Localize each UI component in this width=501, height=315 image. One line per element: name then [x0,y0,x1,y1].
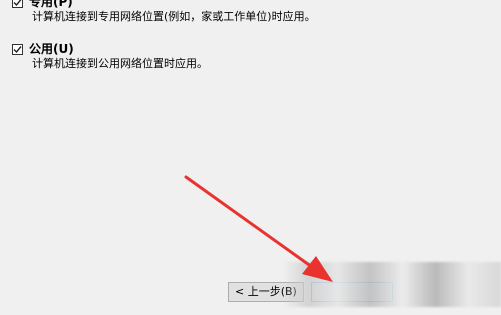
private-label: 专用(P) [29,0,73,9]
check-icon [13,0,22,6]
public-label: 公用(U) [29,42,74,56]
blurred-region [283,262,501,307]
private-description: 计算机连接到专用网络位置(例如，家或工作单位)时应用。 [32,10,316,23]
public-description: 计算机连接到公用网络位置时应用。 [32,57,208,70]
check-icon [13,45,22,53]
option-public: 公用(U) 计算机连接到公用网络位置时应用。 [12,42,208,71]
public-checkbox[interactable] [12,43,23,55]
private-checkbox[interactable] [12,0,23,8]
option-private: 专用(P) 计算机连接到专用网络位置(例如，家或工作单位)时应用。 [12,0,316,24]
